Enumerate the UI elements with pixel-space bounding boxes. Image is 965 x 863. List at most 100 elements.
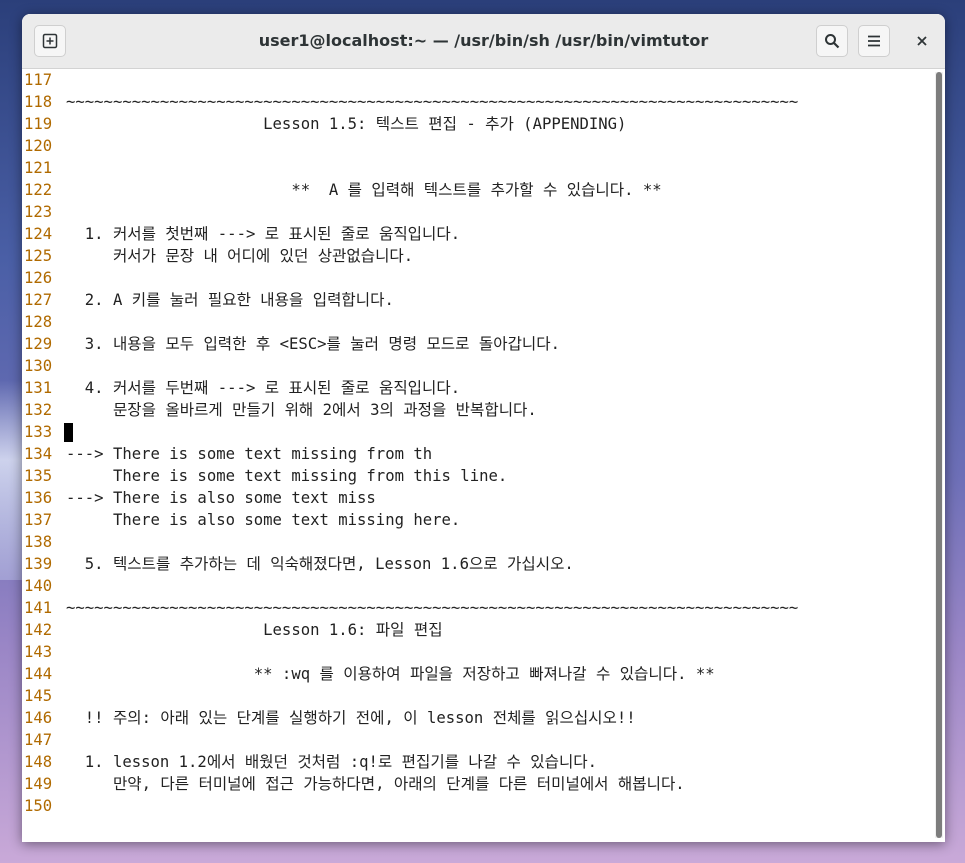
line-number: 134 — [24, 445, 53, 463]
line-number: 128 — [24, 313, 53, 331]
line-number: 127 — [24, 291, 53, 309]
line-number: 139 — [24, 555, 53, 573]
terminal-line: 117 — [22, 69, 934, 91]
line-text: 문장을 올바르게 만들기 위해 2에서 3의 과정을 반복합니다. — [66, 401, 537, 419]
terminal-line: 130 — [22, 355, 934, 377]
line-text: ** :wq 를 이용하여 파일을 저장하고 빠져나갈 수 있습니다. ** — [66, 665, 715, 683]
terminal-line: 139 5. 텍스트를 추가하는 데 익숙해졌다면, Lesson 1.6으로 … — [22, 553, 934, 575]
terminal-line: 138 — [22, 531, 934, 553]
line-text: 커서가 문장 내 어디에 있던 상관없습니다. — [66, 247, 414, 265]
line-number: 138 — [24, 533, 53, 551]
line-number: 124 — [24, 225, 53, 243]
line-number: 150 — [24, 797, 53, 815]
terminal-line: 136 ---> There is also some text miss — [22, 487, 934, 509]
text-cursor — [64, 423, 73, 442]
terminal-window: user1@localhost:~ — /usr/bin/sh /usr/bin… — [22, 14, 945, 842]
terminal-line: 142 Lesson 1.6: 파일 편집 — [22, 619, 934, 641]
line-number: 122 — [24, 181, 53, 199]
terminal-line: 146 !! 주의: 아래 있는 단계를 실행하기 전에, 이 lesson 전… — [22, 707, 934, 729]
terminal-line: 127 2. A 키를 눌러 필요한 내용을 입력합니다. — [22, 289, 934, 311]
terminal-line: 125 커서가 문장 내 어디에 있던 상관없습니다. — [22, 245, 934, 267]
line-number: 140 — [24, 577, 53, 595]
line-number: 147 — [24, 731, 53, 749]
terminal-line: 132 문장을 올바르게 만들기 위해 2에서 3의 과정을 반복합니다. — [22, 399, 934, 421]
terminal-line: 137 There is also some text missing here… — [22, 509, 934, 531]
terminal-line: 128 — [22, 311, 934, 333]
line-number: 123 — [24, 203, 53, 221]
window-title: user1@localhost:~ — /usr/bin/sh /usr/bin… — [258, 31, 709, 50]
line-number: 117 — [24, 71, 53, 89]
line-text: ~~~~~~~~~~~~~~~~~~~~~~~~~~~~~~~~~~~~~~~~… — [66, 93, 799, 111]
terminal-line: 143 — [22, 641, 934, 663]
terminal-content[interactable]: 117 118 ~~~~~~~~~~~~~~~~~~~~~~~~~~~~~~~~~~… — [22, 69, 934, 842]
line-text: ** A 를 입력해 텍스트를 추가할 수 있습니다. ** — [66, 181, 662, 199]
terminal-line: 126 — [22, 267, 934, 289]
terminal-line: 124 1. 커서를 첫번째 ---> 로 표시된 줄로 움직입니다. — [22, 223, 934, 245]
search-button[interactable] — [816, 25, 848, 57]
terminal-line: 149 만약, 다른 터미널에 접근 가능하다면, 아래의 단계를 다른 터미널… — [22, 773, 934, 795]
line-number: 131 — [24, 379, 53, 397]
line-text: 5. 텍스트를 추가하는 데 익숙해졌다면, Lesson 1.6으로 가십시오… — [66, 555, 574, 573]
scrollbar-thumb[interactable] — [936, 72, 942, 838]
line-number: 133 — [24, 423, 53, 441]
terminal-line: 145 — [22, 685, 934, 707]
scrollbar[interactable] — [935, 72, 943, 838]
line-text: !! 주의: 아래 있는 단계를 실행하기 전에, 이 lesson 전체를 읽… — [66, 709, 636, 727]
terminal-line: 119 Lesson 1.5: 텍스트 편집 - 추가 (APPENDING) — [22, 113, 934, 135]
search-icon — [824, 33, 840, 49]
close-button[interactable] — [906, 25, 938, 57]
line-number: 144 — [24, 665, 53, 683]
terminal-line: 122 ** A 를 입력해 텍스트를 추가할 수 있습니다. ** — [22, 179, 934, 201]
line-number: 130 — [24, 357, 53, 375]
terminal-line: 135 There is some text missing from this… — [22, 465, 934, 487]
terminal-line: 140 — [22, 575, 934, 597]
line-number: 145 — [24, 687, 53, 705]
line-number: 149 — [24, 775, 53, 793]
line-text: Lesson 1.5: 텍스트 편집 - 추가 (APPENDING) — [66, 115, 627, 133]
line-text: 2. A 키를 눌러 필요한 내용을 입력합니다. — [66, 291, 394, 309]
terminal-line: 150 — [22, 795, 934, 817]
line-text: 1. 커서를 첫번째 ---> 로 표시된 줄로 움직입니다. — [66, 225, 461, 243]
terminal-line: 134 ---> There is some text missing from … — [22, 443, 934, 465]
terminal-line: 118 ~~~~~~~~~~~~~~~~~~~~~~~~~~~~~~~~~~~~~… — [22, 91, 934, 113]
line-text: 3. 내용을 모두 입력한 후 <ESC>를 눌러 명령 모드로 돌아갑니다. — [66, 335, 560, 353]
terminal-line: 141 ~~~~~~~~~~~~~~~~~~~~~~~~~~~~~~~~~~~~~… — [22, 597, 934, 619]
terminal-line: 123 — [22, 201, 934, 223]
line-text: ~~~~~~~~~~~~~~~~~~~~~~~~~~~~~~~~~~~~~~~~… — [66, 599, 799, 617]
new-tab-button[interactable] — [34, 25, 66, 57]
terminal-line: 131 4. 커서를 두번째 ---> 로 표시된 줄로 움직입니다. — [22, 377, 934, 399]
line-number: 137 — [24, 511, 53, 529]
new-tab-icon — [42, 33, 58, 49]
line-number: 132 — [24, 401, 53, 419]
line-number: 118 — [24, 93, 53, 111]
line-text: 1. lesson 1.2에서 배웠던 것처럼 :q!로 편집기를 나갈 수 있… — [66, 753, 598, 771]
line-number: 126 — [24, 269, 53, 287]
terminal-line: 147 — [22, 729, 934, 751]
line-number: 125 — [24, 247, 53, 265]
menu-button[interactable] — [858, 25, 890, 57]
terminal-line: 121 — [22, 157, 934, 179]
line-text: 4. 커서를 두번째 ---> 로 표시된 줄로 움직입니다. — [66, 379, 461, 397]
line-number: 148 — [24, 753, 53, 771]
line-number: 146 — [24, 709, 53, 727]
line-number: 141 — [24, 599, 53, 617]
close-icon — [916, 32, 928, 51]
line-number: 135 — [24, 467, 53, 485]
line-text: There is some text missing from this lin… — [66, 467, 508, 485]
line-text: ---> There is also some text miss — [66, 489, 376, 507]
line-text: There is also some text missing here. — [66, 511, 461, 529]
line-number: 142 — [24, 621, 53, 639]
line-number: 121 — [24, 159, 53, 177]
terminal-line: 148 1. lesson 1.2에서 배웠던 것처럼 :q!로 편집기를 나갈… — [22, 751, 934, 773]
line-number: 143 — [24, 643, 53, 661]
line-number: 136 — [24, 489, 53, 507]
line-text: ---> There is some text missing from th — [66, 445, 433, 463]
terminal-line: 133 — [22, 421, 934, 443]
title-bar: user1@localhost:~ — /usr/bin/sh /usr/bin… — [22, 14, 945, 69]
line-number: 120 — [24, 137, 53, 155]
terminal-line: 129 3. 내용을 모두 입력한 후 <ESC>를 눌러 명령 모드로 돌아갑… — [22, 333, 934, 355]
line-text: 만약, 다른 터미널에 접근 가능하다면, 아래의 단계를 다른 터미널에서 해… — [66, 775, 685, 793]
line-number: 119 — [24, 115, 53, 133]
hamburger-menu-icon — [867, 34, 881, 48]
line-number: 129 — [24, 335, 53, 353]
